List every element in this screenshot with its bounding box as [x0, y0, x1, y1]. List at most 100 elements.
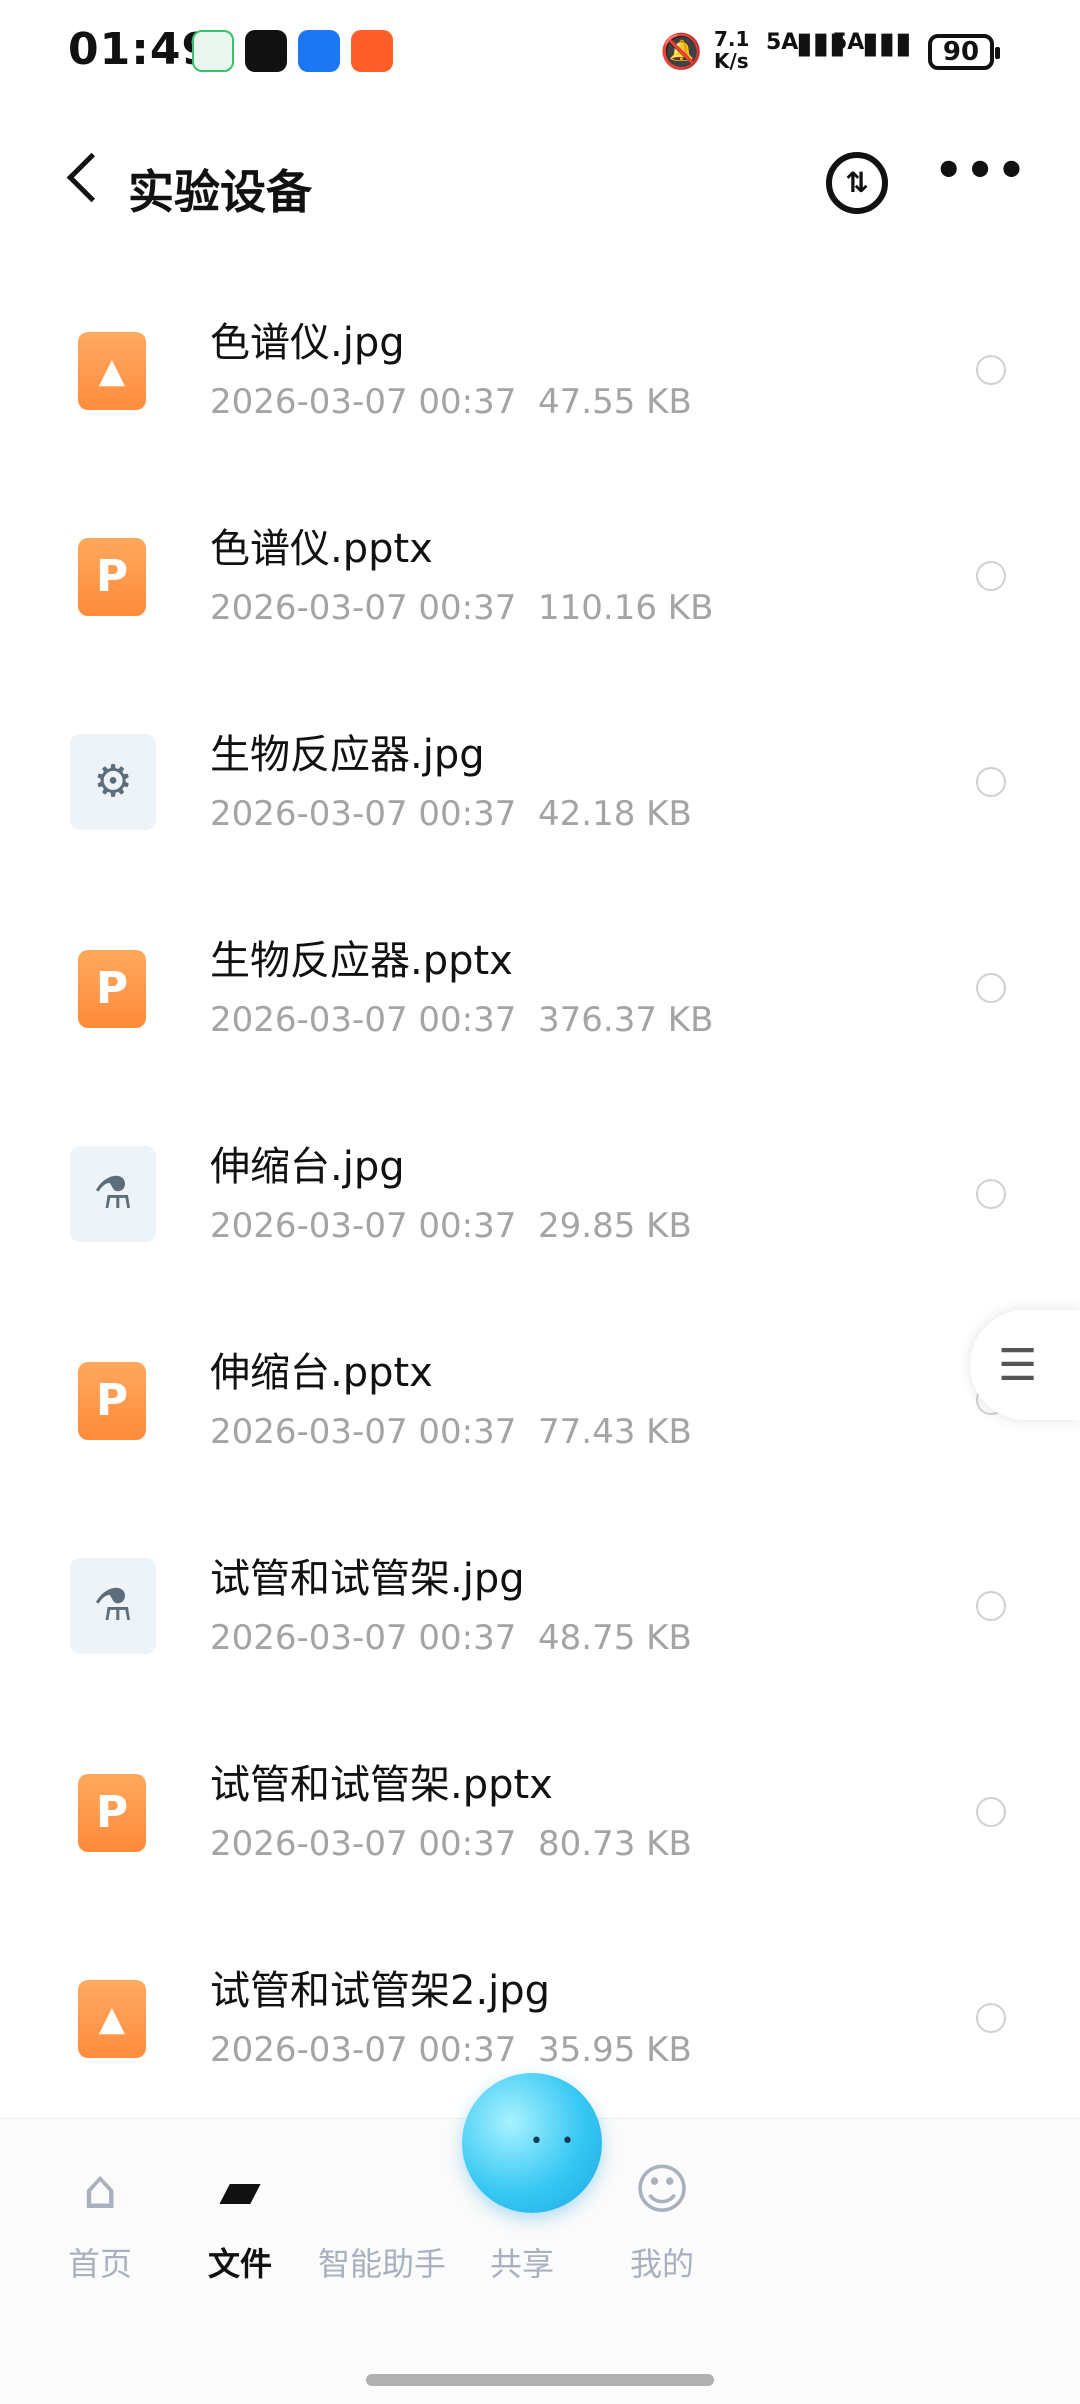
- file-size: 47.55 KB: [538, 382, 692, 422]
- image-file-icon: ▲: [78, 1980, 146, 2058]
- nav-item[interactable]: ☺ 我的: [592, 2155, 732, 2285]
- sync-icon: [192, 30, 234, 72]
- select-checkbox[interactable]: [976, 1591, 1006, 1621]
- nav-label: 智能助手: [317, 2245, 446, 2283]
- file-name: 试管和试管架.pptx: [210, 1762, 553, 1808]
- file-icon-glyph: ▲: [98, 351, 126, 391]
- file-size: 29.85 KB: [538, 1206, 692, 1246]
- select-checkbox[interactable]: [976, 767, 1006, 797]
- select-checkbox[interactable]: [976, 973, 1006, 1003]
- file-meta: 2026-03-07 00:37 29.85 KB: [210, 1206, 692, 1246]
- pptx-file-icon: P: [78, 538, 146, 616]
- file-row[interactable]: P 试管和试管架.pptx 2026-03-07 00:37 80.73 KB: [0, 1712, 1080, 1918]
- image-file-icon: ▲: [78, 332, 146, 410]
- file-meta: 2026-03-07 00:37 48.75 KB: [210, 1618, 692, 1658]
- file-row[interactable]: ▲ 色谱仪.jpg 2026-03-07 00:37 47.55 KB: [0, 270, 1080, 476]
- file-date: 2026-03-07 00:37: [210, 1824, 517, 1864]
- file-row[interactable]: ⚗ 伸缩台.jpg 2026-03-07 00:37 29.85 KB: [0, 1094, 1080, 1300]
- file-icon-glyph: P: [95, 1787, 129, 1838]
- pptx-file-icon: P: [78, 1362, 146, 1440]
- file-icon-glyph: ⚗: [93, 1580, 133, 1631]
- file-size: 35.95 KB: [538, 2030, 692, 2070]
- nav-label: 共享: [489, 2245, 554, 2283]
- file-icon-glyph: ⚗: [93, 1168, 133, 1219]
- file-icon-glyph: P: [95, 551, 129, 602]
- sim1-signal: 5A: [766, 30, 799, 55]
- assistant-eyes: ••: [530, 2129, 592, 2154]
- file-name: 生物反应器.pptx: [210, 938, 513, 984]
- page-title: 实验设备: [128, 165, 312, 219]
- home-icon: ⌂: [82, 2158, 118, 2221]
- file-row[interactable]: ⚙ 生物反应器.jpg 2026-03-07 00:37 42.18 KB: [0, 682, 1080, 888]
- mute-bell-icon: 🔕: [660, 32, 703, 72]
- file-meta: 2026-03-07 00:37 42.18 KB: [210, 794, 692, 834]
- file-list: ▲ 色谱仪.jpg 2026-03-07 00:37 47.55 KB P 色谱仪.pp…: [0, 270, 1080, 2124]
- file-meta: 2026-03-07 00:37 110.16 KB: [210, 588, 713, 628]
- photo-thumbnail: ⚗: [70, 1146, 156, 1242]
- sim2-bars-icon: ▮▮▮: [862, 26, 912, 61]
- file-meta: 2026-03-07 00:37 77.43 KB: [210, 1412, 692, 1452]
- file-date: 2026-03-07 00:37: [210, 1618, 517, 1658]
- file-size: 110.16 KB: [538, 588, 714, 628]
- file-meta: 2026-03-07 00:37 35.95 KB: [210, 2030, 692, 2070]
- file-date: 2026-03-07 00:37: [210, 382, 517, 422]
- network-speed: 7.1 K/s: [714, 27, 750, 73]
- file-name: 试管和试管架.jpg: [210, 1556, 525, 1602]
- pptx-file-icon: P: [78, 1774, 146, 1852]
- file-name: 生物反应器.jpg: [210, 732, 485, 778]
- file-name: 伸缩台.jpg: [210, 1144, 405, 1190]
- photo-thumbnail: ⚗: [70, 1558, 156, 1654]
- assistant-icon: [347, 2155, 417, 2225]
- file-size: 42.18 KB: [538, 794, 692, 834]
- battery-indicator: 90: [928, 34, 1000, 70]
- nav-item[interactable]: 智能助手: [312, 2155, 452, 2285]
- select-checkbox[interactable]: [976, 1797, 1006, 1827]
- file-meta: 2026-03-07 00:37 47.55 KB: [210, 382, 692, 422]
- file-row[interactable]: P 伸缩台.pptx 2026-03-07 00:37 77.43 KB: [0, 1300, 1080, 1506]
- file-meta: 2026-03-07 00:37 80.73 KB: [210, 1824, 692, 1864]
- more-options-button[interactable]: •••: [934, 147, 1026, 200]
- back-arrow-icon[interactable]: [66, 152, 117, 203]
- file-size: 80.73 KB: [538, 1824, 692, 1864]
- file-size: 376.37 KB: [538, 1000, 714, 1040]
- taobao-icon: [351, 30, 393, 72]
- file-icon-glyph: ▲: [98, 1999, 126, 2039]
- file-row[interactable]: ⚗ 试管和试管架.jpg 2026-03-07 00:37 48.75 KB: [0, 1506, 1080, 1712]
- nav-label: 首页: [67, 2245, 132, 2283]
- file-row[interactable]: P 色谱仪.pptx 2026-03-07 00:37 110.16 KB: [0, 476, 1080, 682]
- nav-item[interactable]: ⌂ 首页: [30, 2155, 170, 2285]
- nav-item[interactable]: ▰ 文件: [170, 2155, 310, 2285]
- file-name: 色谱仪.jpg: [210, 320, 405, 366]
- sim2-signal: 5A: [832, 30, 865, 55]
- pptx-file-icon: P: [78, 950, 146, 1028]
- menu-lines-icon: ☰: [998, 1340, 1038, 1391]
- side-drawer-handle[interactable]: ☰: [970, 1310, 1080, 1420]
- file-meta: 2026-03-07 00:37 376.37 KB: [210, 1000, 713, 1040]
- file-date: 2026-03-07 00:37: [210, 588, 517, 628]
- file-name: 色谱仪.pptx: [210, 526, 433, 572]
- file-date: 2026-03-07 00:37: [210, 1412, 517, 1452]
- file-name: 伸缩台.pptx: [210, 1350, 433, 1396]
- app-header: 实验设备 ⇅ •••: [0, 120, 1080, 250]
- select-checkbox[interactable]: [976, 1179, 1006, 1209]
- status-bar: 01:49 🔕 7.1 K/s 5A ▮▮▮ 5A ▮▮▮ 90: [0, 0, 1080, 110]
- file-icon-glyph: P: [95, 963, 129, 1014]
- photo-thumbnail: ⚙: [70, 734, 156, 830]
- select-checkbox[interactable]: [976, 355, 1006, 385]
- file-date: 2026-03-07 00:37: [210, 2030, 517, 2070]
- file-size: 77.43 KB: [538, 1412, 692, 1452]
- sort-button[interactable]: ⇅: [826, 152, 888, 214]
- file-date: 2026-03-07 00:37: [210, 1000, 517, 1040]
- select-checkbox[interactable]: [976, 561, 1006, 591]
- profile-icon: ☺: [633, 2158, 691, 2221]
- nav-label: 文件: [207, 2245, 272, 2283]
- file-row[interactable]: P 生物反应器.pptx 2026-03-07 00:37 376.37 KB: [0, 888, 1080, 1094]
- browser-icon: [298, 30, 340, 72]
- select-checkbox[interactable]: [976, 2003, 1006, 2033]
- home-indicator[interactable]: [366, 2374, 714, 2386]
- file-icon-glyph: ⚙: [93, 756, 133, 807]
- assistant-icon[interactable]: ••: [462, 2073, 602, 2213]
- file-icon-glyph: P: [95, 1375, 129, 1426]
- file-date: 2026-03-07 00:37: [210, 1206, 517, 1246]
- file-size: 48.75 KB: [538, 1618, 692, 1658]
